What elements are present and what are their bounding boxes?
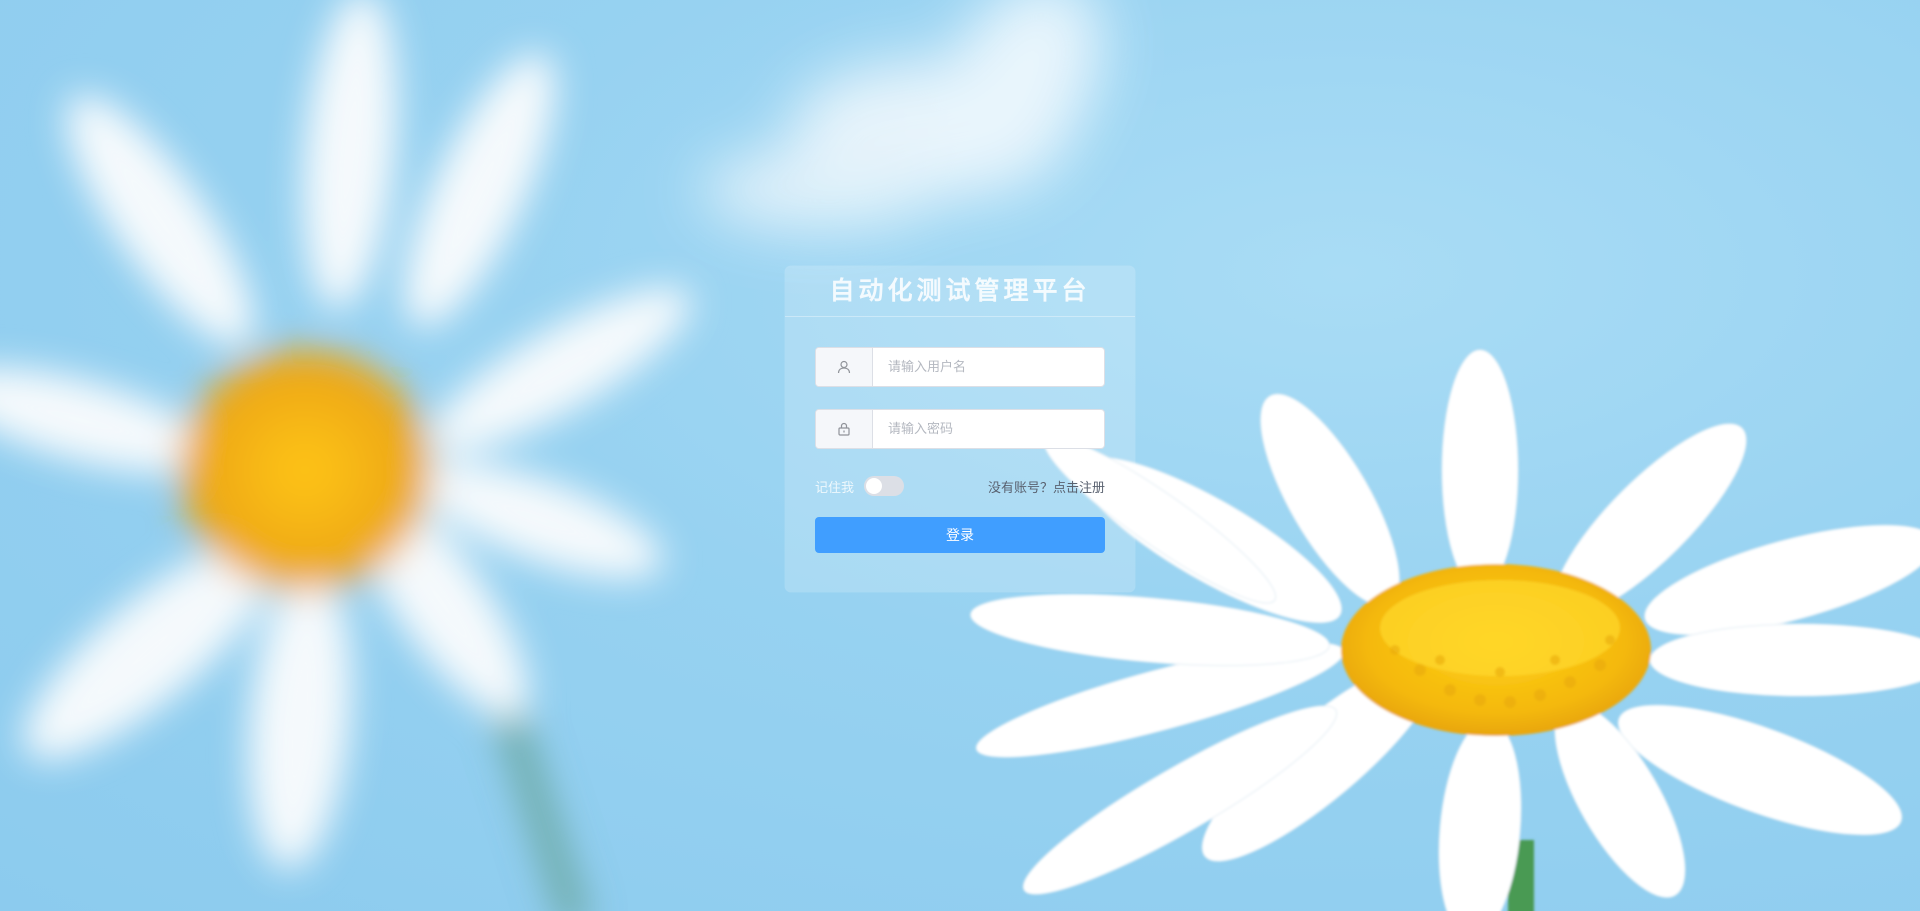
page-title: 自动化测试管理平台 xyxy=(785,266,1135,317)
switch-knob xyxy=(866,478,883,494)
remember-me-switch[interactable] xyxy=(864,476,905,496)
register-link[interactable]: 没有账号？点击注册 xyxy=(988,477,1105,496)
user-icon xyxy=(816,348,873,386)
username-field[interactable] xyxy=(815,347,1105,387)
login-card: 自动化测试管理平台 记住我 没有账号？点击注册 登录 xyxy=(785,266,1135,592)
username-input[interactable] xyxy=(873,348,1104,386)
password-input[interactable] xyxy=(873,410,1104,448)
lock-icon xyxy=(816,410,873,448)
login-options: 记住我 没有账号？点击注册 xyxy=(815,474,1105,498)
remember-me: 记住我 xyxy=(815,476,905,496)
login-button[interactable]: 登录 xyxy=(815,517,1105,553)
password-field[interactable] xyxy=(815,409,1105,449)
remember-me-label: 记住我 xyxy=(815,480,855,496)
